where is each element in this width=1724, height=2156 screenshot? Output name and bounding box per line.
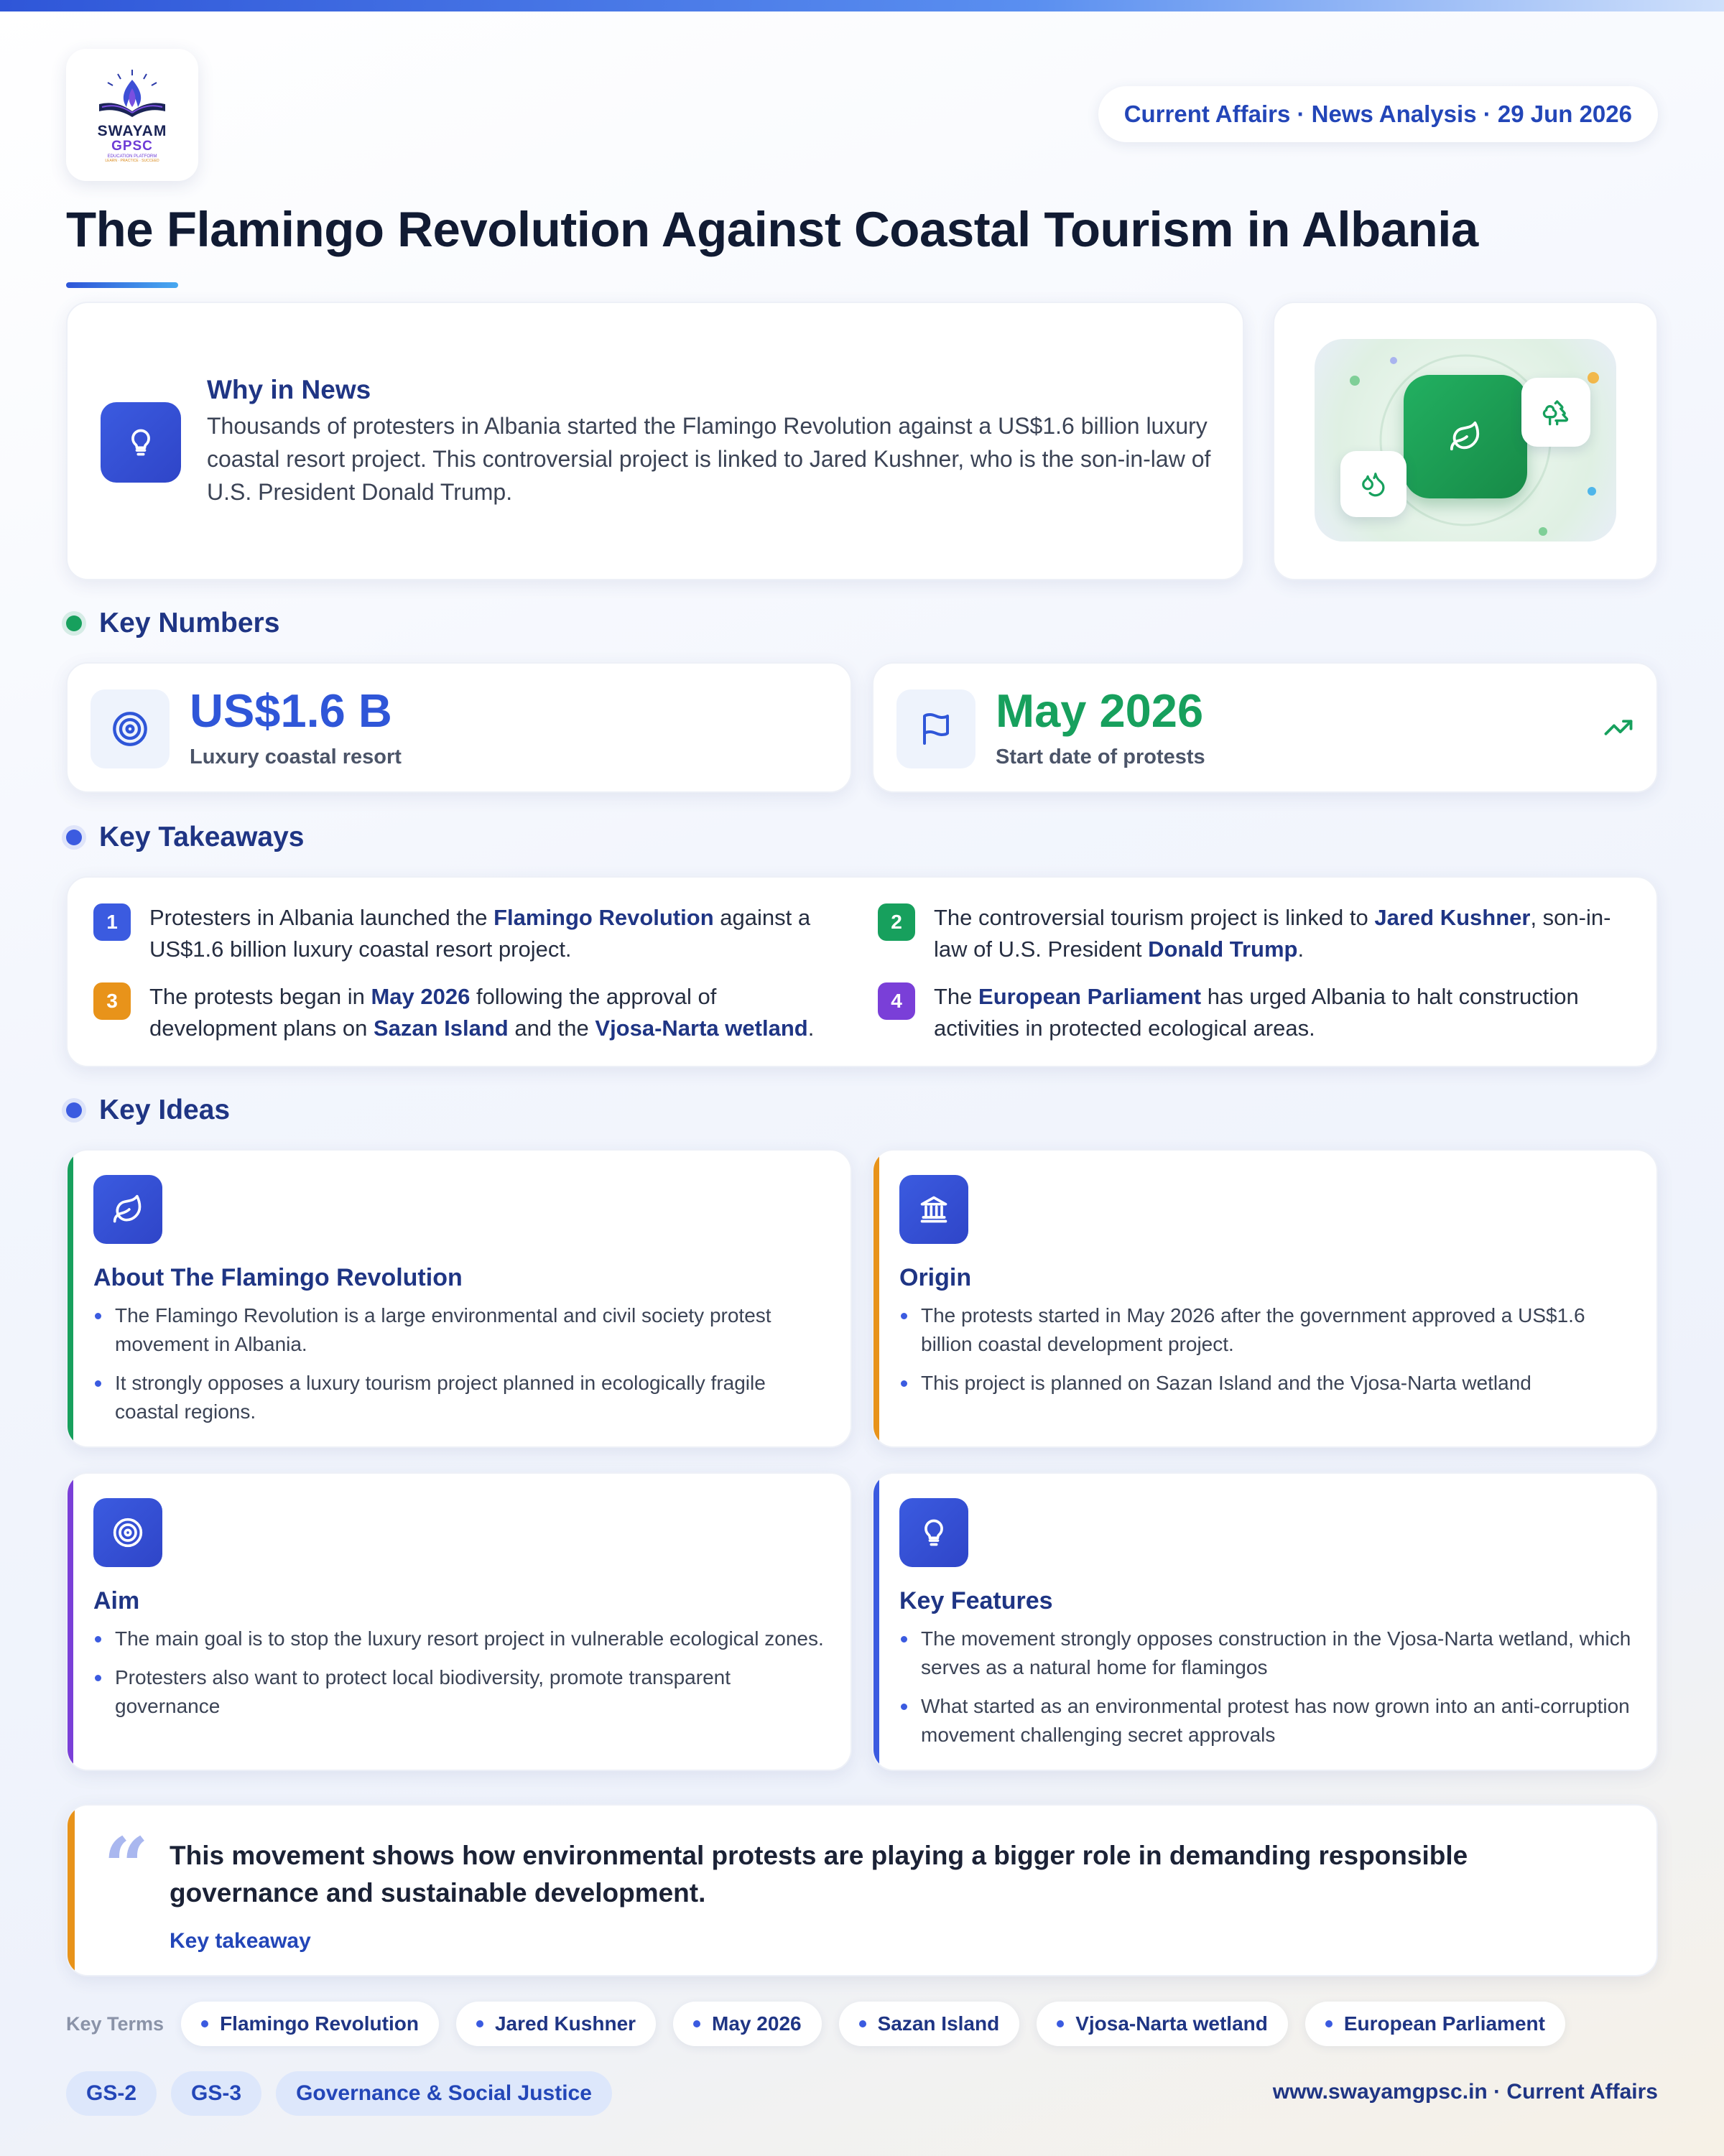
idea-title: Aim [93, 1587, 140, 1614]
title-underline [66, 282, 178, 288]
idea-card-features: Key Features The movement strongly oppos… [872, 1472, 1658, 1771]
section-dot-icon [66, 1102, 82, 1118]
footer-link[interactable]: www.swayamgpsc.in · Current Affairs [1273, 2080, 1658, 2104]
stat-label: Start date of protests [996, 745, 1205, 768]
stat-value: US$1.6 B [190, 684, 392, 737]
logo-wordmark-sub: GPSC [111, 139, 153, 154]
term-chip[interactable]: May 2026 [673, 2002, 822, 2046]
leaf-icon [1404, 375, 1527, 498]
idea-points: The protests started in May 2026 after t… [899, 1301, 1632, 1408]
brand-logo[interactable]: SWAYAM GPSC EDUCATION PLATFORM LEARN · P… [66, 49, 198, 181]
logo-motto: LEARN · PRACTICE · SUCCEED [105, 159, 159, 163]
lightbulb-icon [899, 1498, 968, 1567]
logo-wordmark: SWAYAM [97, 123, 167, 139]
card-accent-stripe [873, 1151, 879, 1446]
illustration-card [1273, 302, 1658, 580]
quote-label: Key takeaway [170, 1929, 311, 1953]
target-icon [93, 1498, 162, 1567]
list-item: The Flamingo Revolution is a large envir… [93, 1301, 826, 1359]
institution-icon [899, 1175, 968, 1244]
section-heading-text: Key Takeaways [99, 822, 305, 852]
takeaway-item: 1 Protesters in Albania launched the Fla… [93, 902, 839, 965]
list-item: It strongly opposes a luxury tourism pro… [93, 1369, 826, 1426]
idea-title: Key Features [899, 1587, 1053, 1614]
takeaway-number: 3 [93, 982, 131, 1020]
list-item: The protests started in May 2026 after t… [899, 1301, 1632, 1359]
why-text: Thousands of protesters in Albania start… [207, 413, 1211, 505]
quote-mark-icon: “ [103, 1820, 149, 1913]
card-accent-stripe [68, 1151, 73, 1446]
tag-chip[interactable]: GS-2 [66, 2071, 157, 2116]
idea-points: The Flamingo Revolution is a large envir… [93, 1301, 826, 1436]
list-item: What started as an environmental protest… [899, 1692, 1632, 1750]
section-heading-key-numbers: Key Numbers [66, 608, 279, 639]
stat-label: Luxury coastal resort [190, 745, 402, 768]
takeaway-number: 4 [878, 982, 915, 1020]
idea-card-about: About The Flamingo Revolution The Flamin… [66, 1149, 852, 1448]
key-terms-row: Key Terms Flamingo Revolution Jared Kush… [66, 2001, 1582, 2047]
takeaways-card: 1 Protesters in Albania launched the Fla… [66, 876, 1658, 1067]
tag-chip[interactable]: GS-3 [171, 2071, 262, 2116]
takeaway-item: 4 The European Parliament has urged Alba… [878, 981, 1623, 1044]
list-item: The main goal is to stop the luxury reso… [93, 1625, 826, 1653]
target-icon [91, 689, 170, 768]
list-item: The movement strongly opposes constructi… [899, 1625, 1632, 1682]
page-title: The Flamingo Revolution Against Coastal … [66, 202, 1478, 257]
section-heading-text: Key Numbers [99, 608, 280, 638]
section-heading-key-takeaways: Key Takeaways [66, 822, 304, 853]
quote-text: This movement shows how environmental pr… [170, 1841, 1468, 1908]
card-accent-stripe [68, 1806, 75, 1975]
card-accent-stripe [873, 1474, 879, 1770]
section-dot-icon [66, 615, 82, 631]
term-chip[interactable]: European Parliament [1304, 2002, 1565, 2046]
card-accent-stripe [68, 1474, 73, 1770]
term-chip[interactable]: Vjosa-Narta wetland [1037, 2002, 1288, 2046]
idea-title: About The Flamingo Revolution [93, 1264, 463, 1291]
takeaway-number: 2 [878, 903, 915, 941]
stat-value: May 2026 [996, 684, 1204, 737]
leaf-icon [93, 1175, 162, 1244]
term-chip[interactable]: Sazan Island [838, 2002, 1020, 2046]
droplets-icon [1340, 451, 1406, 517]
takeaway-item: 3 The protests began in May 2026 followi… [93, 981, 839, 1044]
quote-card: “ This movement shows how environmental … [66, 1804, 1658, 1976]
tag-chip[interactable]: Governance & Social Justice [276, 2071, 612, 2116]
trending-up-icon [1603, 712, 1633, 746]
stat-card-date: May 2026 Start date of protests [872, 662, 1658, 793]
takeaway-item: 2 The controversial tourism project is l… [878, 902, 1623, 965]
takeaway-text: The protests began in May 2026 following… [149, 984, 815, 1041]
meta-pill: Current Affairs · News Analysis · 29 Jun… [1098, 86, 1658, 142]
idea-card-aim: Aim The main goal is to stop the luxury … [66, 1472, 852, 1771]
logo-book-flame-icon [99, 70, 165, 117]
takeaway-text: The controversial tourism project is lin… [934, 905, 1611, 962]
list-item: Protesters also want to protect local bi… [93, 1663, 826, 1721]
section-dot-icon [66, 830, 82, 845]
section-heading-key-ideas: Key Ideas [66, 1095, 230, 1126]
eco-illustration [1315, 339, 1616, 542]
flag-icon [896, 689, 975, 768]
trees-icon [1521, 378, 1590, 447]
why-title: Why in News [207, 375, 371, 404]
section-heading-text: Key Ideas [99, 1095, 231, 1125]
takeaway-number: 1 [93, 903, 131, 941]
top-accent-bar [0, 0, 1724, 11]
idea-title: Origin [899, 1264, 972, 1291]
idea-points: The movement strongly opposes constructi… [899, 1625, 1632, 1760]
term-chip[interactable]: Flamingo Revolution [181, 2002, 439, 2046]
idea-points: The main goal is to stop the luxury reso… [93, 1625, 826, 1731]
tags-row: GS-2 GS-3 Governance & Social Justice [66, 2071, 626, 2116]
lightbulb-icon [101, 402, 181, 483]
term-chip[interactable]: Jared Kushner [455, 2002, 657, 2046]
key-terms-label: Key Terms [66, 2012, 164, 2035]
list-item: This project is planned on Sazan Island … [899, 1369, 1632, 1398]
why-in-news-card: Why in News Thousands of protesters in A… [66, 302, 1244, 580]
takeaway-text: Protesters in Albania launched the Flami… [149, 905, 811, 962]
takeaway-text: The European Parliament has urged Albani… [934, 984, 1579, 1041]
stat-card-amount: US$1.6 B Luxury coastal resort [66, 662, 852, 793]
idea-card-origin: Origin The protests started in May 2026 … [872, 1149, 1658, 1448]
